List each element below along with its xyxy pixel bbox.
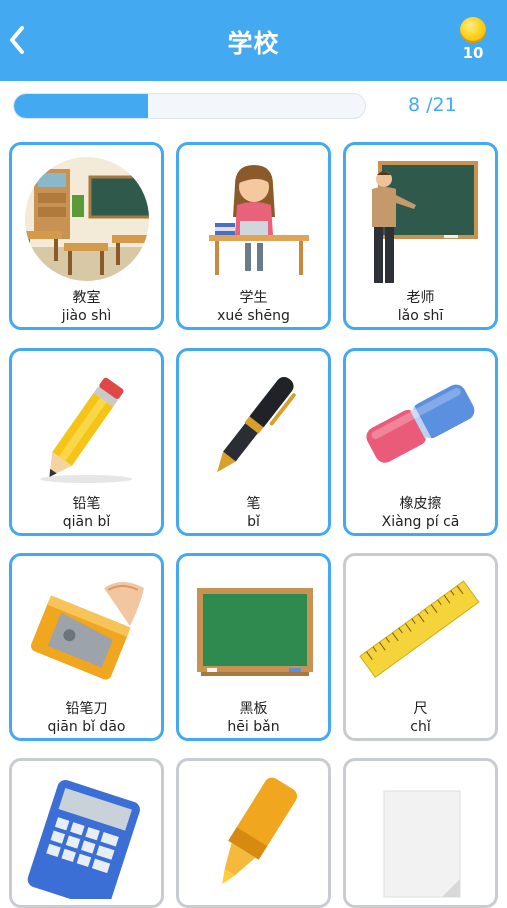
app-header: 学校 10 xyxy=(0,0,507,81)
calculator-icon xyxy=(27,780,140,899)
card-hanzi: 尺 xyxy=(413,701,428,717)
card-pinyin: chǐ xyxy=(410,719,431,735)
pencil-icon xyxy=(40,377,132,483)
card-hanzi: 铅笔 xyxy=(72,496,101,512)
card-teacher[interactable]: 老师 lǎo shī xyxy=(343,142,498,330)
pen-icon xyxy=(217,376,296,473)
card-pinyin: bǐ xyxy=(247,514,260,530)
card-student[interactable]: 学生 xué shēng xyxy=(176,142,331,330)
highlighter-icon xyxy=(222,777,298,885)
student-icon xyxy=(209,165,309,275)
page-title: 学校 xyxy=(227,29,280,58)
card-pinyin: qiān bǐ dāo xyxy=(47,719,126,735)
progress-label: 8 /21 xyxy=(408,94,457,116)
gold-coin-icon xyxy=(460,17,486,43)
card-hanzi: 学生 xyxy=(239,290,268,306)
card-ruler[interactable]: 尺 chǐ xyxy=(343,553,498,741)
card-pinyin: lǎo shī xyxy=(397,308,444,324)
card-hanzi: 铅笔刀 xyxy=(65,701,108,717)
card-pencil-sharpener[interactable]: 铅笔刀 qiān bǐ dāo xyxy=(9,553,164,741)
card-hanzi: 黑板 xyxy=(239,701,268,717)
blackboard-icon xyxy=(197,588,313,676)
card-blackboard[interactable]: 黑板 hēi bǎn xyxy=(176,553,331,741)
card-highlighter[interactable] xyxy=(176,758,331,908)
classroom-icon xyxy=(25,157,149,281)
coin-counter: 10 xyxy=(456,17,490,67)
card-pinyin: qiān bǐ xyxy=(62,514,111,530)
card-pencil[interactable]: 铅笔 qiān bǐ xyxy=(9,348,164,536)
progress-bar xyxy=(13,93,366,119)
card-pinyin: Xiàng pí cā xyxy=(381,514,460,530)
card-hanzi: 老师 xyxy=(406,290,435,306)
card-classroom[interactable]: 教室 jiào shì xyxy=(9,142,164,330)
card-calculator[interactable] xyxy=(9,758,164,908)
pencil-sharpener-icon xyxy=(31,582,144,680)
card-pinyin: hēi bǎn xyxy=(227,719,280,735)
card-hanzi: 橡皮擦 xyxy=(399,496,442,512)
paper-icon xyxy=(383,790,461,898)
ruler-icon xyxy=(359,580,480,679)
card-pen[interactable]: 笔 bǐ xyxy=(176,348,331,536)
card-eraser[interactable]: 橡皮擦 Xiàng pí cā xyxy=(343,348,498,536)
card-hanzi: 笔 xyxy=(246,496,261,512)
eraser-icon xyxy=(366,384,475,463)
card-pinyin: xué shēng xyxy=(217,308,290,324)
card-pinyin: jiào shì xyxy=(61,308,112,324)
card-hanzi: 教室 xyxy=(72,290,101,306)
teacher-icon xyxy=(372,161,478,283)
coin-count: 10 xyxy=(462,44,484,62)
card-paper[interactable] xyxy=(343,758,498,908)
progress-fill xyxy=(14,94,148,118)
